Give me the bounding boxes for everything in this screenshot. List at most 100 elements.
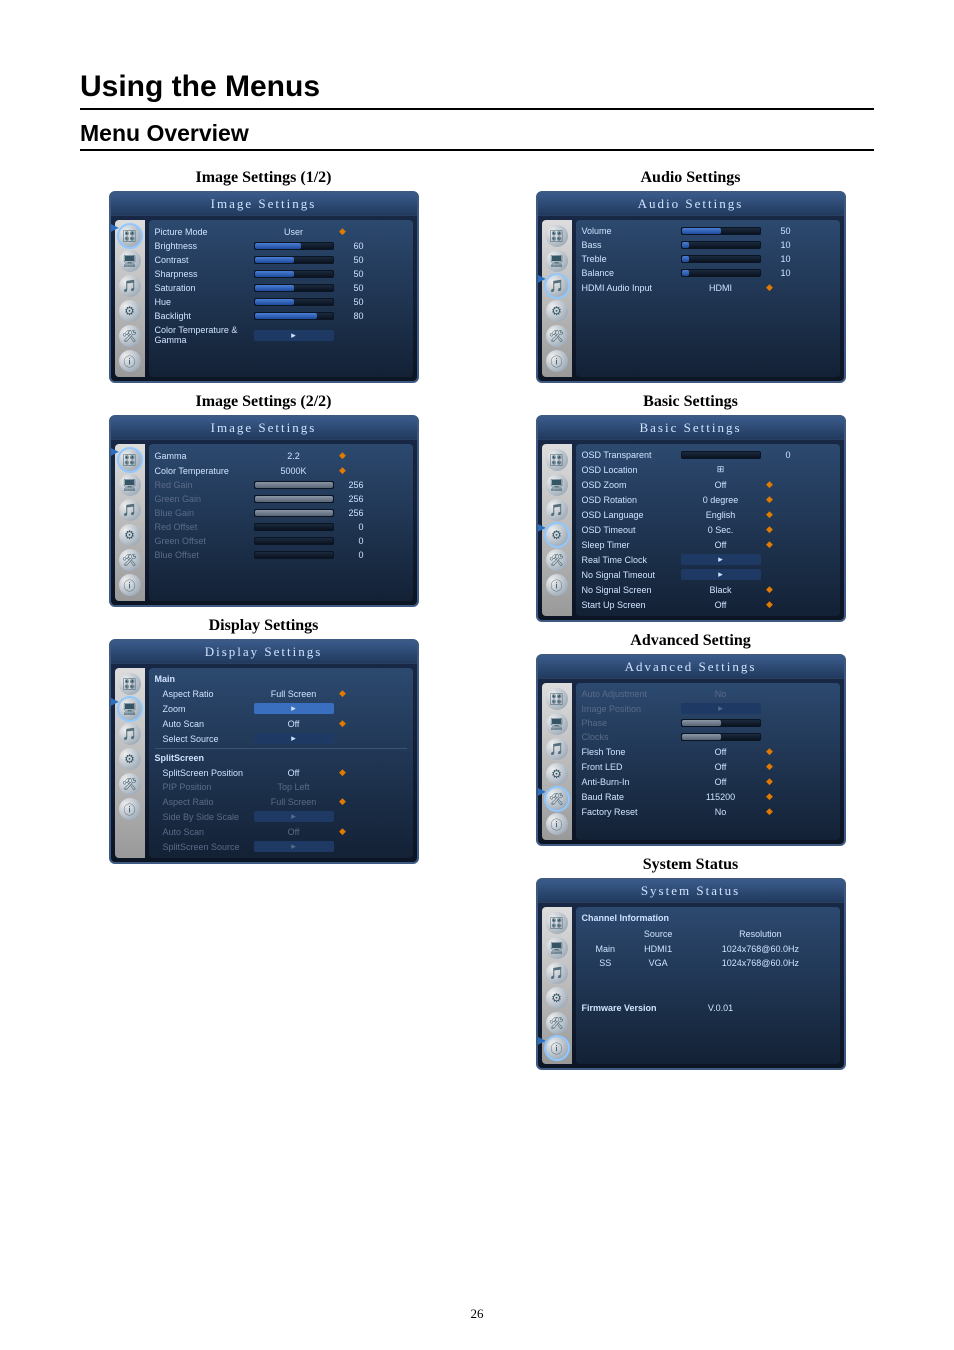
gear-icon[interactable]: ⚙ — [119, 748, 141, 770]
osd-row[interactable]: Color Temperature5000K◆ — [155, 463, 407, 478]
osd-row[interactable]: HDMI Audio InputHDMI◆ — [582, 280, 834, 295]
audio-icon[interactable]: 🎵 — [546, 499, 568, 521]
display-icon[interactable]: 🖥 — [546, 937, 568, 959]
osd-row[interactable]: OSD Transparent0 — [582, 448, 834, 462]
osd-row[interactable]: Blue Gain256 — [155, 506, 407, 520]
submenu-arrow-icon[interactable]: ▸ — [681, 569, 761, 580]
gear-icon[interactable]: ⚙ — [546, 987, 568, 1009]
info-icon[interactable]: ⓘ — [119, 798, 141, 820]
osd-row[interactable]: Side By Side Scale▸ — [155, 809, 407, 824]
tools-icon[interactable]: 🛠 — [546, 1012, 568, 1034]
display-icon[interactable]: 🖥 — [119, 474, 141, 496]
info-icon[interactable]: ⓘ — [546, 1037, 568, 1059]
info-icon[interactable]: ⓘ — [546, 813, 568, 835]
gear-icon[interactable]: ⚙ — [119, 300, 141, 322]
osd-row[interactable]: No Signal Timeout▸ — [582, 567, 834, 582]
sliders-icon[interactable]: 🎛 — [119, 225, 141, 247]
info-icon[interactable]: ⓘ — [119, 350, 141, 372]
slider[interactable] — [681, 733, 761, 741]
audio-icon[interactable]: 🎵 — [119, 723, 141, 745]
slider[interactable] — [681, 255, 761, 263]
osd-row[interactable]: Gamma2.2◆ — [155, 448, 407, 463]
osd-row[interactable]: Phase — [582, 716, 834, 730]
osd-row[interactable]: OSD Location⊞ — [582, 462, 834, 477]
sliders-icon[interactable]: 🎛 — [119, 449, 141, 471]
display-icon[interactable]: 🖥 — [119, 698, 141, 720]
submenu-arrow-icon[interactable]: ▸ — [681, 554, 761, 565]
osd-row[interactable]: Select Source▸ — [155, 731, 407, 746]
tools-icon[interactable]: 🛠 — [546, 549, 568, 571]
osd-row[interactable]: Volume50 — [582, 224, 834, 238]
sliders-icon[interactable]: 🎛 — [546, 912, 568, 934]
audio-icon[interactable]: 🎵 — [119, 275, 141, 297]
slider[interactable] — [254, 481, 334, 489]
gear-icon[interactable]: ⚙ — [546, 524, 568, 546]
osd-row[interactable]: Brightness60 — [155, 239, 407, 253]
osd-row[interactable]: Balance10 — [582, 266, 834, 280]
gear-icon[interactable]: ⚙ — [546, 763, 568, 785]
display-icon[interactable]: 🖥 — [546, 474, 568, 496]
osd-row[interactable]: Green Offset0 — [155, 534, 407, 548]
osd-row[interactable]: Backlight80 — [155, 309, 407, 323]
slider[interactable] — [254, 270, 334, 278]
submenu-arrow-icon[interactable]: ▸ — [254, 330, 334, 341]
osd-row[interactable]: PIP PositionTop Left — [155, 780, 407, 794]
info-icon[interactable]: ⓘ — [546, 350, 568, 372]
osd-row[interactable]: Auto ScanOff◆ — [155, 824, 407, 839]
slider[interactable] — [254, 523, 334, 531]
audio-icon[interactable]: 🎵 — [119, 499, 141, 521]
slider[interactable] — [254, 298, 334, 306]
osd-row[interactable]: Auto AdjustmentNo — [582, 687, 834, 701]
sliders-icon[interactable]: 🎛 — [546, 688, 568, 710]
slider[interactable] — [254, 551, 334, 559]
osd-row[interactable]: OSD ZoomOff◆ — [582, 477, 834, 492]
tools-icon[interactable]: 🛠 — [546, 788, 568, 810]
osd-row[interactable]: Anti-Burn-InOff◆ — [582, 774, 834, 789]
audio-icon[interactable]: 🎵 — [546, 738, 568, 760]
submenu-arrow-icon[interactable]: ▸ — [254, 841, 334, 852]
info-icon[interactable]: ⓘ — [546, 574, 568, 596]
gear-icon[interactable]: ⚙ — [119, 524, 141, 546]
gear-icon[interactable]: ⚙ — [546, 300, 568, 322]
osd-row[interactable]: Hue50 — [155, 295, 407, 309]
osd-row[interactable]: Picture ModeUser◆ — [155, 224, 407, 239]
osd-row[interactable]: Red Gain256 — [155, 478, 407, 492]
submenu-arrow-icon[interactable]: ▸ — [681, 703, 761, 714]
osd-row[interactable]: Color Temperature & Gamma▸ — [155, 323, 407, 347]
osd-row[interactable]: Aspect RatioFull Screen◆ — [155, 794, 407, 809]
osd-row[interactable]: Blue Offset0 — [155, 548, 407, 562]
osd-row[interactable]: SplitScreen Source▸ — [155, 839, 407, 854]
slider[interactable] — [681, 451, 761, 459]
osd-row[interactable]: OSD LanguageEnglish◆ — [582, 507, 834, 522]
tools-icon[interactable]: 🛠 — [119, 773, 141, 795]
slider[interactable] — [254, 537, 334, 545]
slider[interactable] — [254, 495, 334, 503]
osd-row[interactable]: Saturation50 — [155, 281, 407, 295]
tools-icon[interactable]: 🛠 — [119, 325, 141, 347]
osd-row[interactable]: Image Position▸ — [582, 701, 834, 716]
osd-row[interactable]: SplitScreen PositionOff◆ — [155, 765, 407, 780]
slider[interactable] — [254, 509, 334, 517]
osd-row[interactable]: Baud Rate115200◆ — [582, 789, 834, 804]
osd-row[interactable]: Treble10 — [582, 252, 834, 266]
osd-row[interactable]: Auto ScanOff◆ — [155, 716, 407, 731]
slider[interactable] — [681, 241, 761, 249]
osd-row[interactable]: Flesh ToneOff◆ — [582, 744, 834, 759]
osd-row[interactable]: Front LEDOff◆ — [582, 759, 834, 774]
slider[interactable] — [254, 242, 334, 250]
sliders-icon[interactable]: 🎛 — [119, 673, 141, 695]
sliders-icon[interactable]: 🎛 — [546, 449, 568, 471]
osd-row[interactable]: Sleep TimerOff◆ — [582, 537, 834, 552]
tools-icon[interactable]: 🛠 — [119, 549, 141, 571]
display-icon[interactable]: 🖥 — [546, 250, 568, 272]
osd-row[interactable]: Aspect RatioFull Screen◆ — [155, 686, 407, 701]
display-icon[interactable]: 🖥 — [546, 713, 568, 735]
osd-row[interactable]: Bass10 — [582, 238, 834, 252]
slider[interactable] — [254, 312, 334, 320]
submenu-arrow-icon[interactable]: ▸ — [254, 733, 334, 744]
osd-row[interactable]: Zoom▸ — [155, 701, 407, 716]
slider[interactable] — [681, 719, 761, 727]
sliders-icon[interactable]: 🎛 — [546, 225, 568, 247]
osd-row[interactable]: Green Gain256 — [155, 492, 407, 506]
osd-row[interactable]: Clocks — [582, 730, 834, 744]
